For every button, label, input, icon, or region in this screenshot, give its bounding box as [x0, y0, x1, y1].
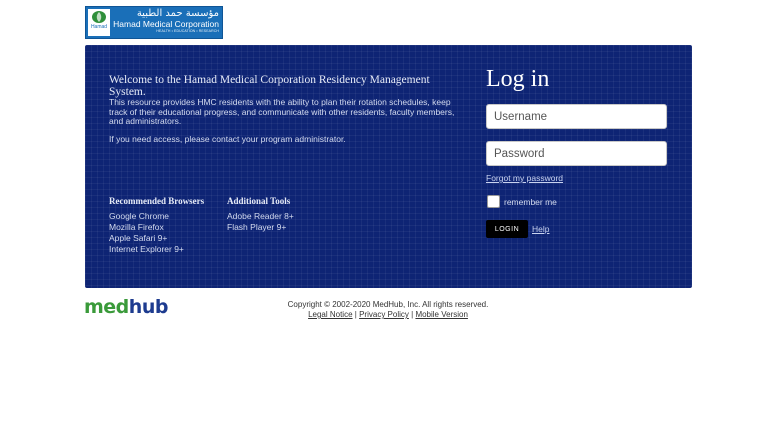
- tools-list: Adobe Reader 8+ Flash Player 9+: [227, 211, 294, 233]
- logo-arabic-name: مؤسسة حمد الطبية: [136, 8, 219, 19]
- copyright-text: Copyright © 2002-2020 MedHub, Inc. All r…: [287, 300, 489, 309]
- browsers-heading: Recommended Browsers: [109, 196, 205, 206]
- username-input[interactable]: [486, 104, 667, 129]
- logo-english-name: Hamad Medical Corporation: [113, 19, 219, 29]
- medhub-logo-part2: hub: [128, 296, 169, 318]
- mobile-version-link[interactable]: Mobile Version: [415, 310, 467, 319]
- footer-links: Legal Notice | Privacy Policy | Mobile V…: [240, 310, 536, 320]
- leaf-icon: [92, 11, 106, 23]
- list-item: Google Chrome: [109, 211, 170, 221]
- login-panel: Welcome to the Hamad Medical Corporation…: [85, 45, 692, 288]
- forgot-password-link[interactable]: Forgot my password: [486, 173, 563, 183]
- hmc-emblem: Hamad: [88, 9, 110, 36]
- medhub-logo-part1: med: [84, 296, 129, 318]
- password-input[interactable]: [486, 141, 667, 166]
- help-link[interactable]: Help: [532, 224, 549, 234]
- welcome-body: This resource provides HMC residents wit…: [109, 97, 455, 126]
- emblem-label: Hamad: [90, 24, 108, 30]
- remember-me-checkbox[interactable]: [487, 195, 500, 208]
- legal-notice-link[interactable]: Legal Notice: [308, 310, 352, 319]
- page: Hamad مؤسسة حمد الطبية Hamad Medical Cor…: [0, 0, 777, 423]
- list-item: Apple Safari 9+: [109, 233, 168, 243]
- tools-heading: Additional Tools: [227, 196, 291, 206]
- welcome-title: Welcome to the Hamad Medical Corporation…: [109, 74, 430, 98]
- medhub-logo[interactable]: medhub: [84, 296, 168, 318]
- logo-tagline: HEALTH • EDUCATION • RESEARCH: [156, 29, 219, 33]
- list-item: Adobe Reader 8+: [227, 211, 294, 221]
- link-separator: |: [411, 310, 414, 319]
- welcome-contact: If you need access, please contact your …: [109, 134, 346, 144]
- privacy-policy-link[interactable]: Privacy Policy: [359, 310, 409, 319]
- remember-me-label: remember me: [504, 197, 557, 207]
- login-button[interactable]: LOGIN: [486, 220, 528, 238]
- list-item: Mozilla Firefox: [109, 222, 164, 232]
- list-item: Internet Explorer 9+: [109, 244, 184, 254]
- hmc-logo[interactable]: Hamad مؤسسة حمد الطبية Hamad Medical Cor…: [85, 6, 223, 39]
- link-separator: |: [354, 310, 357, 319]
- login-title: Log in: [486, 66, 550, 92]
- browsers-list: Google Chrome Mozilla Firefox Apple Safa…: [109, 211, 184, 255]
- logo-text: مؤسسة حمد الطبية Hamad Medical Corporati…: [112, 7, 222, 38]
- list-item: Flash Player 9+: [227, 222, 287, 232]
